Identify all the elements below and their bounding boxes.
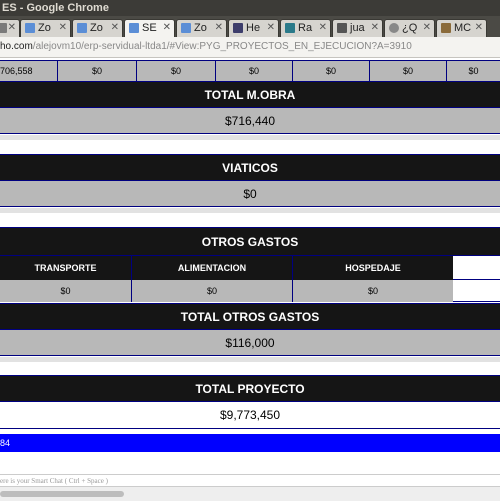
zoho-icon — [77, 23, 87, 33]
tab-active[interactable]: SE ✕ — [124, 19, 175, 37]
blue-bar: 84 — [0, 434, 500, 452]
rails-icon — [285, 23, 295, 33]
window-title: ES - Google Chrome — [0, 0, 500, 16]
total-otros-value: $116,000 — [0, 330, 500, 356]
otros-header: OTROS GASTOS — [0, 227, 500, 256]
tab-label: Zo — [90, 22, 103, 34]
table-cell: $0 — [131, 280, 292, 302]
stack-icon — [389, 23, 399, 33]
zoho-icon — [25, 23, 35, 33]
table-cell: $0 — [292, 280, 453, 302]
total-otros-header: TOTAL OTROS GASTOS — [0, 303, 500, 330]
close-icon[interactable]: ✕ — [371, 20, 379, 36]
close-icon[interactable]: ✕ — [8, 20, 16, 36]
address-path: /alejovm10/erp-servidual-ltda1/#View:PYG… — [32, 41, 412, 52]
page-icon — [0, 23, 7, 33]
total-proyecto-value: $9,773,450 — [0, 402, 500, 429]
help-icon — [233, 23, 243, 33]
tab-rails[interactable]: Ra ✕ — [280, 19, 331, 37]
scrollbar-thumb[interactable] — [0, 491, 124, 497]
tab-zoho-1[interactable]: Zo ✕ — [20, 19, 71, 37]
table-cell: $0 — [215, 61, 292, 81]
tab-label: jua — [350, 22, 365, 34]
section-divider — [0, 208, 500, 213]
total-proyecto-header: TOTAL PROYECTO — [0, 375, 500, 402]
tab-zoho-2[interactable]: Zo ✕ — [72, 19, 123, 37]
column-header: ALIMENTACION — [131, 256, 292, 280]
viaticos-header: VIATICOS — [0, 154, 500, 181]
horizontal-scrollbar[interactable] — [0, 486, 500, 501]
tab-label: Zo — [38, 22, 51, 34]
tab-partial[interactable]: ✕ — [0, 19, 20, 37]
tab-question[interactable]: ¿Q ✕ — [384, 19, 435, 37]
table-cell: $0 — [0, 280, 131, 302]
table-cell: $0 — [57, 61, 136, 81]
close-icon[interactable]: ✕ — [215, 20, 223, 36]
close-icon[interactable]: ✕ — [423, 20, 431, 36]
tab-strip: ✕ Zo ✕ Zo ✕ SE ✕ Zo ✕ He ✕ Ra ✕ jua ✕ ¿Q ✕ MC ✕ — [0, 16, 500, 37]
section-divider — [0, 357, 500, 362]
otros-columns-row: TRANSPORTE ALIMENTACION HOSPEDAJE — [0, 256, 500, 280]
column-header: TRANSPORTE — [0, 256, 131, 280]
tab-label: MC — [454, 22, 472, 34]
section-divider — [0, 135, 500, 140]
close-icon[interactable]: ✕ — [475, 20, 483, 36]
mobra-header: TOTAL M.OBRA — [0, 81, 500, 108]
hash-icon — [337, 23, 347, 33]
viaticos-value: $0 — [0, 181, 500, 207]
mobra-value: $716,440 — [0, 108, 500, 134]
otros-values-row: $0 $0 $0 — [0, 280, 500, 302]
tab-zoho-3[interactable]: Zo ✕ — [176, 19, 227, 37]
tab-mc[interactable]: MC ✕ — [436, 19, 487, 37]
table-cell: $0 — [369, 61, 446, 81]
table-cell: $0 — [446, 61, 500, 81]
tab-label: SE — [142, 22, 157, 34]
address-bar[interactable]: ho.com/alejovm10/erp-servidual-ltda1/#Vi… — [0, 37, 500, 58]
address-host: ho.com — [0, 41, 33, 52]
close-icon[interactable]: ✕ — [163, 20, 171, 36]
zoho-icon — [181, 23, 191, 33]
close-icon[interactable]: ✕ — [267, 20, 275, 36]
top-values-row: 706,558 $0 $0 $0 $0 $0 $0 — [0, 60, 500, 81]
tab-label: He — [246, 22, 261, 34]
crown-icon — [441, 23, 451, 33]
tab-label: Ra — [298, 22, 313, 34]
table-cell: 706,558 — [0, 61, 57, 81]
tab-label: Zo — [194, 22, 207, 34]
zoho-icon — [129, 23, 139, 33]
close-icon[interactable]: ✕ — [111, 20, 119, 36]
tab-help[interactable]: He ✕ — [228, 19, 279, 37]
page-content: 706,558 $0 $0 $0 $0 $0 $0 TOTAL M.OBRA $… — [0, 58, 500, 472]
close-icon[interactable]: ✕ — [319, 20, 327, 36]
table-cell: $0 — [292, 61, 369, 81]
column-header: HOSPEDAJE — [292, 256, 453, 280]
close-icon[interactable]: ✕ — [59, 20, 67, 36]
tab-label: ¿Q — [402, 22, 418, 34]
tab-hash[interactable]: jua ✕ — [332, 19, 383, 37]
table-cell: $0 — [136, 61, 215, 81]
